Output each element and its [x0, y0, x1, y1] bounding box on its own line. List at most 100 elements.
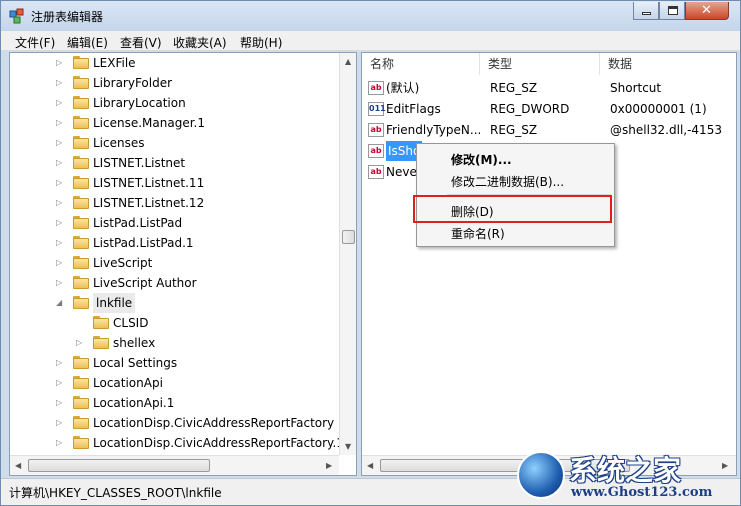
minimize-button[interactable] [633, 2, 659, 20]
scroll-right-icon[interactable]: ▶ [326, 461, 332, 470]
expand-arrow-icon[interactable]: ▷ [56, 113, 62, 133]
menu-favorites[interactable]: 收藏夹(A) [173, 34, 227, 51]
column-header-name[interactable]: 名称 [362, 53, 480, 75]
tree-item-label: lnkfile [93, 293, 136, 313]
maximize-icon [668, 6, 678, 15]
value-name: FriendlyTypeN... [386, 123, 482, 137]
value-row[interactable]: ab (默认) REG_SZ Shortcut [368, 78, 728, 98]
value-data: Shortcut [610, 81, 662, 95]
tree-item-label: LocationDisp.CivicAddressReportFactory [93, 416, 335, 430]
scroll-up-icon[interactable]: ▲ [345, 57, 351, 66]
title-bar[interactable]: 注册表编辑器 ✕ [1, 1, 740, 31]
watermark-url: www.Ghost123.com [571, 485, 713, 500]
watermark-title: 系统之家 [569, 454, 682, 487]
window-title: 注册表编辑器 [31, 10, 104, 24]
expand-arrow-icon[interactable]: ▷ [56, 273, 62, 293]
value-row[interactable]: ab FriendlyTypeN... REG_SZ @shell32.dll,-41… [368, 120, 728, 140]
expand-arrow-icon[interactable]: ▷ [56, 53, 62, 73]
expand-arrow-icon[interactable]: ▷ [56, 213, 62, 233]
tree-item-label: LocationDisp.CivicAddressReportFactory.1 [93, 436, 344, 450]
status-path: 计算机\HKEY_CLASSES_ROOT\lnkfile [9, 486, 222, 500]
tree-item-label: LibraryLocation [93, 96, 186, 110]
tree-item-label: ListPad.ListPad.1 [93, 236, 194, 250]
folder-icon [73, 156, 89, 169]
value-name: EditFlags [386, 102, 441, 116]
tree-item-label: ListPad.ListPad [93, 216, 183, 230]
expand-arrow-icon[interactable]: ▷ [56, 93, 62, 113]
expand-arrow-icon[interactable]: ▷ [56, 173, 62, 193]
folder-icon [73, 356, 89, 369]
scroll-left-icon[interactable]: ◀ [367, 461, 373, 470]
expand-arrow-icon[interactable]: ▷ [56, 253, 62, 273]
folder-icon [73, 96, 89, 109]
expand-arrow-icon[interactable]: ▷ [56, 413, 62, 433]
registry-values-list[interactable]: 名称 类型 数据 ab (默认) REG_SZ Shortcut 011 EditFlag… [361, 52, 737, 476]
tree-item-label: License.Manager.1 [93, 116, 206, 130]
scroll-down-icon[interactable]: ▼ [345, 442, 351, 451]
context-menu-modify[interactable]: 修改(M)... [451, 151, 512, 168]
globe-icon [517, 451, 565, 499]
value-data: 0x00000001 (1) [610, 102, 707, 116]
tree-item-label: LocationApi.1 [93, 396, 175, 410]
value-data: @shell32.dll,-4153 [610, 123, 722, 137]
string-value-icon: ab [368, 81, 384, 95]
context-menu-rename[interactable]: 重命名(R) [451, 225, 505, 242]
menu-help[interactable]: 帮助(H) [240, 34, 282, 51]
maximize-button[interactable] [659, 2, 685, 20]
collapse-arrow-icon[interactable]: ◢ [56, 293, 62, 313]
expand-arrow-icon[interactable]: ▷ [56, 393, 62, 413]
registry-key-tree[interactable]: ▷ LEXFile ▷ LibraryFolder ▷ LibraryLocation ▷ L… [9, 52, 357, 476]
tree-item-label: CLSID [113, 316, 149, 330]
registry-editor-icon [9, 8, 24, 24]
menu-view[interactable]: 查看(V) [120, 34, 162, 51]
menu-edit[interactable]: 编辑(E) [67, 34, 108, 51]
folder-icon [73, 136, 89, 149]
context-menu-modify-binary[interactable]: 修改二进制数据(B)... [451, 173, 564, 190]
menu-bar: 文件(F) 编辑(E) 查看(V) 收藏夹(A) 帮助(H) [1, 31, 740, 51]
expand-arrow-icon[interactable]: ▷ [76, 333, 82, 353]
tree-hscroll-thumb[interactable] [28, 459, 210, 472]
value-name: (默认) [386, 81, 420, 95]
watermark-logo: 系统之家 www.Ghost123.com [515, 449, 741, 505]
folder-icon [73, 116, 89, 129]
scroll-left-icon[interactable]: ◀ [15, 461, 21, 470]
expand-arrow-icon[interactable]: ▷ [56, 193, 62, 213]
folder-icon [73, 376, 89, 389]
folder-icon [73, 56, 89, 69]
expand-arrow-icon[interactable]: ▷ [56, 353, 62, 373]
tree-item-label: Licenses [93, 136, 145, 150]
tree-horizontal-scrollbar[interactable]: ◀ ▶ [10, 455, 339, 475]
folder-icon [73, 196, 89, 209]
expand-arrow-icon[interactable]: ▷ [56, 73, 62, 93]
string-value-icon: ab [368, 144, 384, 158]
value-row[interactable]: 011 EditFlags REG_DWORD 0x00000001 (1) [368, 99, 728, 119]
column-header-data[interactable]: 数据 [600, 53, 736, 75]
expand-arrow-icon[interactable]: ▷ [56, 133, 62, 153]
folder-icon [93, 336, 109, 349]
tree-item-label: LISTNET.Listnet.11 [93, 176, 205, 190]
folder-icon [73, 436, 89, 449]
value-type: REG_SZ [490, 81, 538, 95]
tree-vertical-scrollbar[interactable]: ▲ ▼ [339, 53, 356, 455]
tree-item-label: LibraryFolder [93, 76, 173, 90]
column-header-type[interactable]: 类型 [480, 53, 600, 75]
folder-icon [73, 276, 89, 289]
menu-file[interactable]: 文件(F) [15, 34, 55, 51]
tree-item-label: Local Settings [93, 356, 178, 370]
expand-arrow-icon[interactable]: ▷ [56, 433, 62, 453]
close-button[interactable]: ✕ [685, 2, 729, 20]
expand-arrow-icon[interactable]: ▷ [56, 373, 62, 393]
binary-value-icon: 011 [368, 102, 386, 116]
tree-vscroll-thumb[interactable] [342, 230, 355, 244]
string-value-icon: ab [368, 123, 384, 137]
value-name: Neve [386, 165, 417, 179]
string-value-icon: ab [368, 165, 384, 179]
folder-icon [93, 316, 109, 329]
tree-item-label: LocationApi [93, 376, 163, 390]
expand-arrow-icon[interactable]: ▷ [56, 153, 62, 173]
tree-item-label: LISTNET.Listnet.12 [93, 196, 205, 210]
minimize-icon [642, 12, 651, 15]
expand-arrow-icon[interactable]: ▷ [56, 233, 62, 253]
registry-editor-window: 注册表编辑器 ✕ 文件(F) 编辑(E) 查看(V) 收藏夹(A) 帮助(H) … [0, 0, 741, 506]
tree-item-label: LiveScript [93, 256, 153, 270]
